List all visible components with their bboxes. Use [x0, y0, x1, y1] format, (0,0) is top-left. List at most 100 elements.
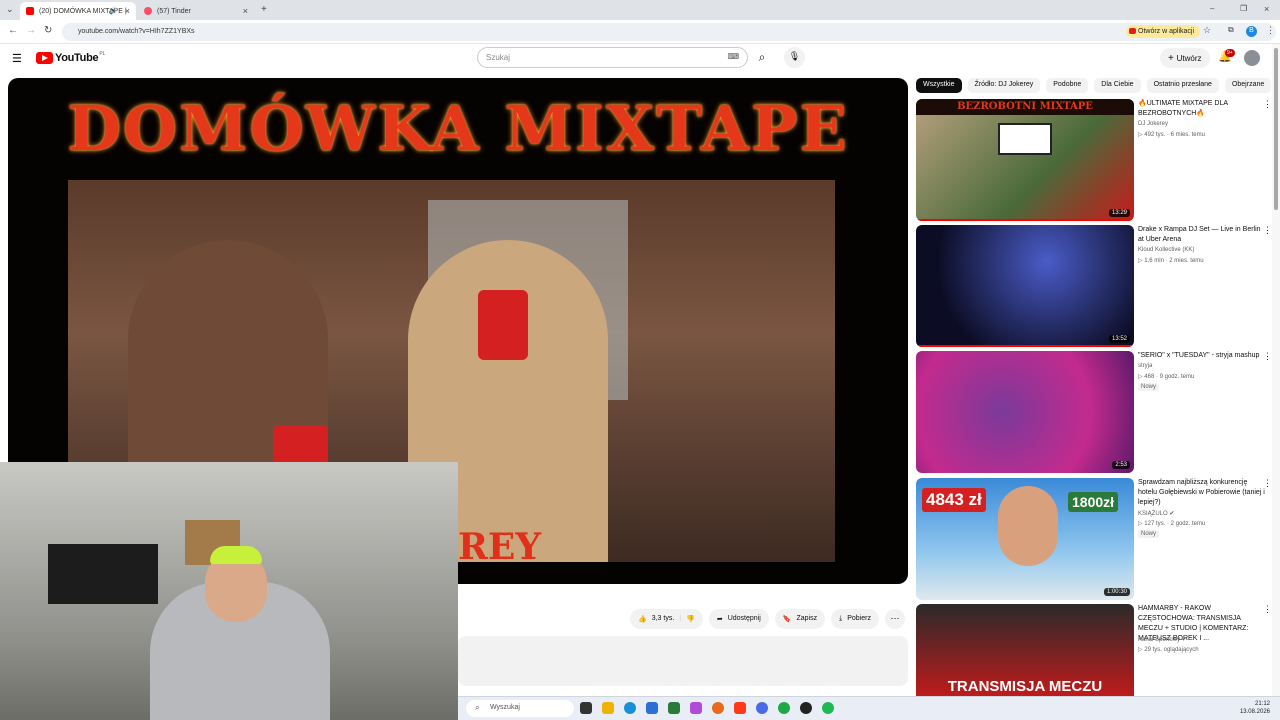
store-icon[interactable] [668, 702, 680, 714]
chip-watched[interactable]: Obejrzane [1224, 78, 1272, 93]
save-label: Zapisz [796, 615, 818, 622]
back-icon[interactable]: ← [8, 25, 18, 36]
duration-badge: 13:52 [1108, 335, 1130, 343]
url-text: youtube.com/watch?v=HIh7ZZ1YBXs [78, 28, 195, 35]
tab-tinder[interactable]: (57) Tinder × [138, 2, 254, 20]
share-button[interactable]: ➦ Udostępnij [708, 609, 769, 629]
edge-icon[interactable] [624, 702, 636, 714]
duration-badge: 2:53 [1112, 461, 1130, 469]
minimize-icon[interactable]: – [1210, 4, 1214, 13]
recommendation-item[interactable]: 4843 zł 1800zł 1:00:30 Sprawdzam najbliż… [916, 478, 1272, 600]
forward-icon[interactable]: → [26, 25, 36, 36]
messenger-icon[interactable] [756, 702, 768, 714]
maximize-icon[interactable]: ❐ [1240, 4, 1247, 13]
firefox-icon[interactable] [712, 702, 724, 714]
channel-name[interactable]: DJ Jokerey [1138, 121, 1168, 127]
video-thumbnail[interactable]: TRANSMISJA MECZU [916, 604, 1134, 696]
task-view-icon[interactable] [580, 702, 592, 714]
close-tab-icon[interactable]: × [243, 6, 248, 16]
more-icon: ⋯ [890, 613, 900, 623]
region-code: PL [99, 51, 106, 57]
browser-menu-icon[interactable]: ⋮ [1266, 25, 1275, 36]
thumbs-down-icon[interactable]: 👎 [686, 615, 695, 629]
address-bar-row: ← → ↻ youtube.com/watch?v=HIh7ZZ1YBXs ☆ … [0, 20, 1280, 44]
like-button[interactable]: 👍 3,3 tys. | 👎 [630, 609, 703, 629]
more-options-icon[interactable]: ⋮ [1263, 478, 1272, 489]
recommendation-filter-chips: Wszystkie Źródło: DJ Jokerey Podobne Dla… [916, 78, 1272, 93]
video-actions: 👍 3,3 tys. | 👎 ➦ Udostępnij 🔖 Zapisz ⤓ Pobierz… [630, 609, 905, 629]
chip-all[interactable]: Wszystkie [916, 78, 962, 93]
reload-icon[interactable]: ↻ [44, 25, 52, 36]
outlook-icon[interactable] [646, 702, 658, 714]
profile-avatar[interactable]: B [1246, 26, 1257, 37]
channel-name[interactable]: Kanał Sportowy ✔ [1138, 636, 1187, 643]
spotify-icon[interactable] [822, 702, 834, 714]
brave-icon[interactable] [734, 702, 746, 714]
thumbs-up-icon: 👍 [638, 616, 647, 623]
taskbar-search-placeholder: Wyszukaj [490, 704, 520, 711]
video-thumbnail[interactable]: 13:52 [916, 225, 1134, 347]
chip-recent[interactable]: Ostatnio przesłane [1146, 78, 1219, 93]
video-title[interactable]: Drake x Rampa DJ Set — Live in Berlin at… [1138, 225, 1266, 245]
video-meta: ▷ 1,6 mln · 2 mies. temu [1138, 258, 1204, 264]
recommendation-item[interactable]: BEZROBOTNI MIXTAPE 13:29 🔥ULTIMATE MIXTA… [916, 99, 1272, 221]
save-button[interactable]: 🔖 Zapisz [774, 609, 826, 629]
open-in-app-button[interactable]: Otwórz w aplikacji [1126, 25, 1201, 38]
create-button[interactable]: + Utwórz [1160, 48, 1210, 68]
tab-list-icon[interactable]: ⌄ [6, 4, 14, 15]
new-badge: Nowy [1138, 530, 1160, 538]
tab-youtube[interactable]: (20) DOMÓWKA MIXTAPE | 🔊 × [20, 2, 136, 20]
channel-name[interactable]: Kloud Kollective (KK) [1138, 247, 1194, 253]
hamburger-menu-icon[interactable]: ☰ [12, 52, 22, 65]
channel-name[interactable]: stryja [1138, 363, 1152, 369]
thumbnail-text: BEZROBOTNI MIXTAPE [916, 99, 1134, 115]
recommendation-item[interactable]: TRANSMISJA MECZU HAMMARBY - RAKÓW CZĘSTO… [916, 604, 1272, 696]
account-avatar[interactable] [1244, 50, 1260, 66]
chrome-icon[interactable] [778, 702, 790, 714]
close-tab-icon[interactable]: × [125, 6, 130, 16]
background-tv [48, 544, 158, 604]
voice-search-button[interactable]: 🎙 [784, 47, 805, 68]
file-explorer-icon[interactable] [602, 702, 614, 714]
microphone-icon: 🎙 [788, 51, 801, 61]
chip-source[interactable]: Źródło: DJ Jokerey [967, 78, 1041, 93]
video-title[interactable]: Sprawdzam najbliższą konkurencję hotelu … [1138, 478, 1266, 508]
channel-name[interactable]: KSIĄŻULO ✔ [1138, 510, 1174, 517]
scrollbar-thumb[interactable] [1274, 48, 1278, 210]
youtube-logo[interactable]: YouTube PL [36, 51, 106, 64]
more-options-icon[interactable]: ⋮ [1263, 604, 1272, 615]
search-input[interactable]: Szukaj ⌨ [477, 47, 748, 68]
chip-for-you[interactable]: Dla Ciebie [1094, 78, 1141, 93]
chip-similar[interactable]: Podobne [1046, 78, 1089, 93]
video-thumbnail[interactable]: 2:53 [916, 351, 1134, 473]
bookmark-star-icon[interactable]: ☆ [1203, 25, 1211, 36]
download-button[interactable]: ⤓ Pobierz [831, 609, 879, 629]
description-box[interactable] [458, 636, 908, 686]
url-field[interactable]: youtube.com/watch?v=HIh7ZZ1YBXs [62, 23, 1276, 41]
more-options-icon[interactable]: ⋮ [1263, 225, 1272, 236]
more-actions-button[interactable]: ⋯ [884, 609, 905, 629]
more-options-icon[interactable]: ⋮ [1263, 351, 1272, 362]
taskbar-search-input[interactable]: ⌕ Wyszukaj [466, 700, 574, 717]
video-title[interactable]: "SERIO" x "TUESDAY" - stryja mashup [1138, 351, 1266, 361]
audio-icon[interactable]: 🔊 [109, 7, 118, 15]
video-thumbnail[interactable]: 4843 zł 1800zł 1:00:30 [916, 478, 1134, 600]
search-button[interactable]: ⌕ [748, 47, 776, 68]
video-thumbnail[interactable]: BEZROBOTNI MIXTAPE 13:29 [916, 99, 1134, 221]
recommendation-item[interactable]: 2:53 "SERIO" x "TUESDAY" - stryja mashup… [916, 351, 1272, 473]
video-overlay-title: DOMÓWKA MIXTAPE [67, 92, 849, 165]
share-label: Udostępnij [727, 615, 761, 622]
recommendation-item[interactable]: 13:52 Drake x Rampa DJ Set — Live in Ber… [916, 225, 1272, 347]
duration-badge: 1:00:30 [1103, 588, 1130, 596]
keyboard-icon[interactable]: ⌨ [727, 52, 739, 61]
video-meta: ▷ 127 tys. · 2 godz. temu [1138, 521, 1206, 527]
app-icon[interactable] [800, 702, 812, 714]
video-title[interactable]: 🔥ULTIMATE MIXTAPE DLA BEZROBOTNYCH🔥 [1138, 99, 1266, 119]
presenter-face [998, 486, 1058, 566]
copilot-icon[interactable] [690, 702, 702, 714]
extensions-icon[interactable]: ⧉ [1228, 25, 1234, 35]
new-tab-icon[interactable]: + [261, 4, 267, 15]
close-window-icon[interactable]: × [1264, 4, 1269, 14]
system-clock[interactable]: 21:12 13.08.2026 [1240, 700, 1270, 716]
more-options-icon[interactable]: ⋮ [1263, 99, 1272, 110]
